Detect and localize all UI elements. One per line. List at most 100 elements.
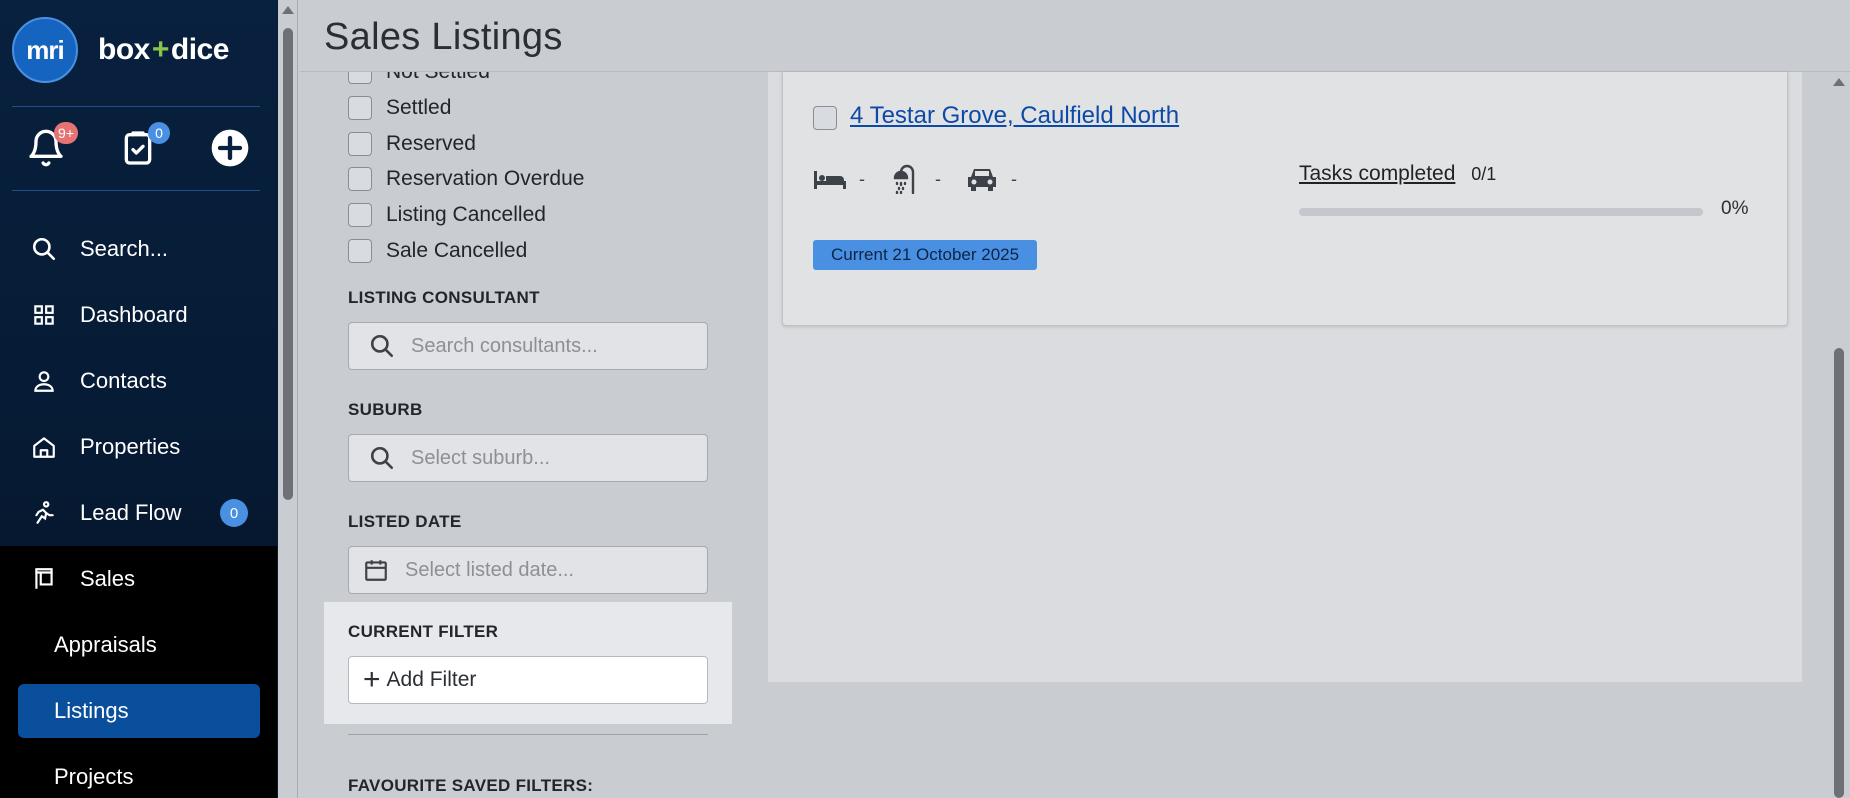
listed-date-placeholder: Select listed date...: [405, 558, 574, 581]
brand-name-left: box: [98, 33, 150, 66]
sidebar: mri box+dice 9+ 0 Search... Dashboard Co…: [0, 0, 278, 798]
brand[interactable]: mri box+dice: [12, 16, 229, 84]
page-title: Sales Listings: [324, 16, 563, 58]
search-icon: [28, 233, 60, 265]
notifications-button[interactable]: 9+: [26, 122, 78, 170]
nav-lead-flow-label: Lead Flow: [80, 500, 182, 525]
car-spaces: -: [965, 164, 1017, 194]
filter-status-label: Reservation Overdue: [386, 167, 585, 190]
nav-properties-label: Properties: [80, 434, 181, 459]
mri-logo: mri: [12, 17, 78, 83]
bedrooms-value: -: [859, 168, 865, 189]
user-icon: [28, 365, 60, 397]
nav-dashboard[interactable]: Dashboard: [0, 282, 277, 348]
sidebar-divider: [12, 106, 260, 107]
tasks-button[interactable]: 0: [118, 122, 170, 170]
tasks-summary: Tasks completed 0/1: [1299, 162, 1496, 186]
nav-lead-flow[interactable]: Lead Flow 0: [0, 480, 277, 546]
filter-status-reserved[interactable]: Reserved: [348, 130, 476, 158]
scrollbar-thumb[interactable]: [1834, 348, 1844, 798]
scrollbar-thumb[interactable]: [283, 28, 293, 500]
brand-name: box+dice: [98, 33, 229, 67]
search-icon: [370, 334, 394, 358]
tasks-progress-percent: 0%: [1721, 198, 1749, 219]
main-nav: Search... Dashboard Contacts Properties …: [0, 216, 277, 798]
bathrooms-value: -: [935, 168, 941, 189]
car-spaces-value: -: [1011, 168, 1017, 189]
tasks-progress-bar: [1299, 208, 1703, 216]
filter-divider: [348, 734, 708, 735]
filter-status-label: Not Settled: [386, 72, 490, 84]
listings-main: 4 Testar Grove, Caulfield North - - - Ta…: [732, 72, 1830, 798]
sign-board-icon: [28, 563, 60, 595]
runner-icon: [28, 497, 60, 529]
main-scrollbar[interactable]: [1828, 72, 1850, 798]
nav-appraisals[interactable]: Appraisals: [0, 612, 277, 678]
nav-sales-label: Sales: [80, 566, 136, 591]
listing-features: - - -: [813, 164, 1041, 194]
sidebar-divider: [12, 190, 260, 191]
dashboard-grid-icon: [28, 299, 60, 331]
add-filter-button[interactable]: + Add Filter: [348, 656, 708, 704]
bed-icon: [814, 171, 846, 189]
sidebar-scrollbar[interactable]: [278, 0, 298, 798]
nav-projects[interactable]: Projects: [0, 744, 277, 798]
listed-date-input[interactable]: Select listed date...: [348, 546, 708, 594]
listings-panel: 4 Testar Grove, Caulfield North - - - Ta…: [768, 72, 1802, 682]
checkbox[interactable]: [348, 132, 372, 156]
checkbox[interactable]: [348, 203, 372, 227]
sales-submenu: Appraisals Listings Projects: [0, 612, 277, 798]
tasks-completed-link[interactable]: Tasks completed: [1299, 162, 1455, 185]
filter-status-sale-cancelled[interactable]: Sale Cancelled: [348, 237, 527, 265]
plus-icon: +: [363, 663, 381, 696]
filter-status-listing-cancelled[interactable]: Listing Cancelled: [348, 201, 546, 229]
suburb-select-placeholder: Select suburb...: [411, 446, 550, 469]
brand-name-right: dice: [170, 33, 230, 66]
nav-contacts[interactable]: Contacts: [0, 348, 277, 414]
calendar-icon: [365, 560, 387, 581]
checkbox[interactable]: [348, 96, 372, 120]
suburb-label: SUBURB: [348, 400, 423, 419]
suburb-select-input[interactable]: Select suburb...: [348, 434, 708, 482]
quick-actions: 9+ 0: [0, 120, 277, 180]
listing-consultant-label: LISTING CONSULTANT: [348, 288, 540, 307]
shower-icon: [893, 164, 915, 194]
checkbox[interactable]: [348, 167, 372, 191]
current-filter-label: CURRENT FILTER: [348, 622, 499, 641]
bedrooms: -: [813, 164, 865, 194]
lead-flow-badge: 0: [220, 499, 248, 527]
nav-dashboard-label: Dashboard: [80, 302, 188, 327]
house-icon: [28, 431, 60, 463]
nav-contacts-label: Contacts: [80, 368, 167, 393]
tasks-badge: 0: [148, 122, 170, 144]
filter-status-label: Reserved: [386, 132, 476, 155]
scroll-up-arrow-icon[interactable]: [1833, 78, 1845, 86]
filter-panel: Not Settled Settled Reserved Reservation…: [324, 72, 732, 798]
nav-properties[interactable]: Properties: [0, 414, 277, 480]
favourite-filters-label: FAVOURITE SAVED FILTERS:: [348, 776, 594, 795]
add-new-button[interactable]: [210, 128, 252, 170]
filter-status-label: Sale Cancelled: [386, 239, 528, 262]
nav-listings[interactable]: Listings: [18, 684, 260, 738]
nav-search[interactable]: Search...: [0, 216, 277, 282]
scroll-up-arrow-icon[interactable]: [282, 6, 294, 14]
car-icon: [968, 169, 996, 191]
listing-status-badge: Current 21 October 2025: [813, 240, 1038, 270]
bathrooms: -: [889, 164, 941, 194]
search-icon: [370, 446, 394, 470]
filter-status-not-settled[interactable]: Not Settled: [348, 72, 490, 86]
filter-status-settled[interactable]: Settled: [348, 94, 451, 122]
checkbox[interactable]: [348, 239, 372, 263]
filter-status-reservation-overdue[interactable]: Reservation Overdue: [348, 165, 584, 193]
consultant-search-input[interactable]: Search consultants...: [348, 322, 708, 370]
filter-status-label: Settled: [386, 96, 452, 119]
listing-address-link[interactable]: 4 Testar Grove, Caulfield North: [850, 102, 1179, 130]
brand-plus: +: [151, 33, 170, 66]
plus-circle-icon: [211, 129, 249, 167]
filter-status-label: Listing Cancelled: [386, 203, 546, 226]
tasks-count: 0/1: [1471, 164, 1497, 184]
add-filter-label: Add Filter: [386, 668, 477, 691]
nav-sales[interactable]: Sales: [0, 546, 277, 612]
checkbox[interactable]: [348, 72, 372, 84]
listing-select-checkbox[interactable]: [813, 106, 837, 130]
